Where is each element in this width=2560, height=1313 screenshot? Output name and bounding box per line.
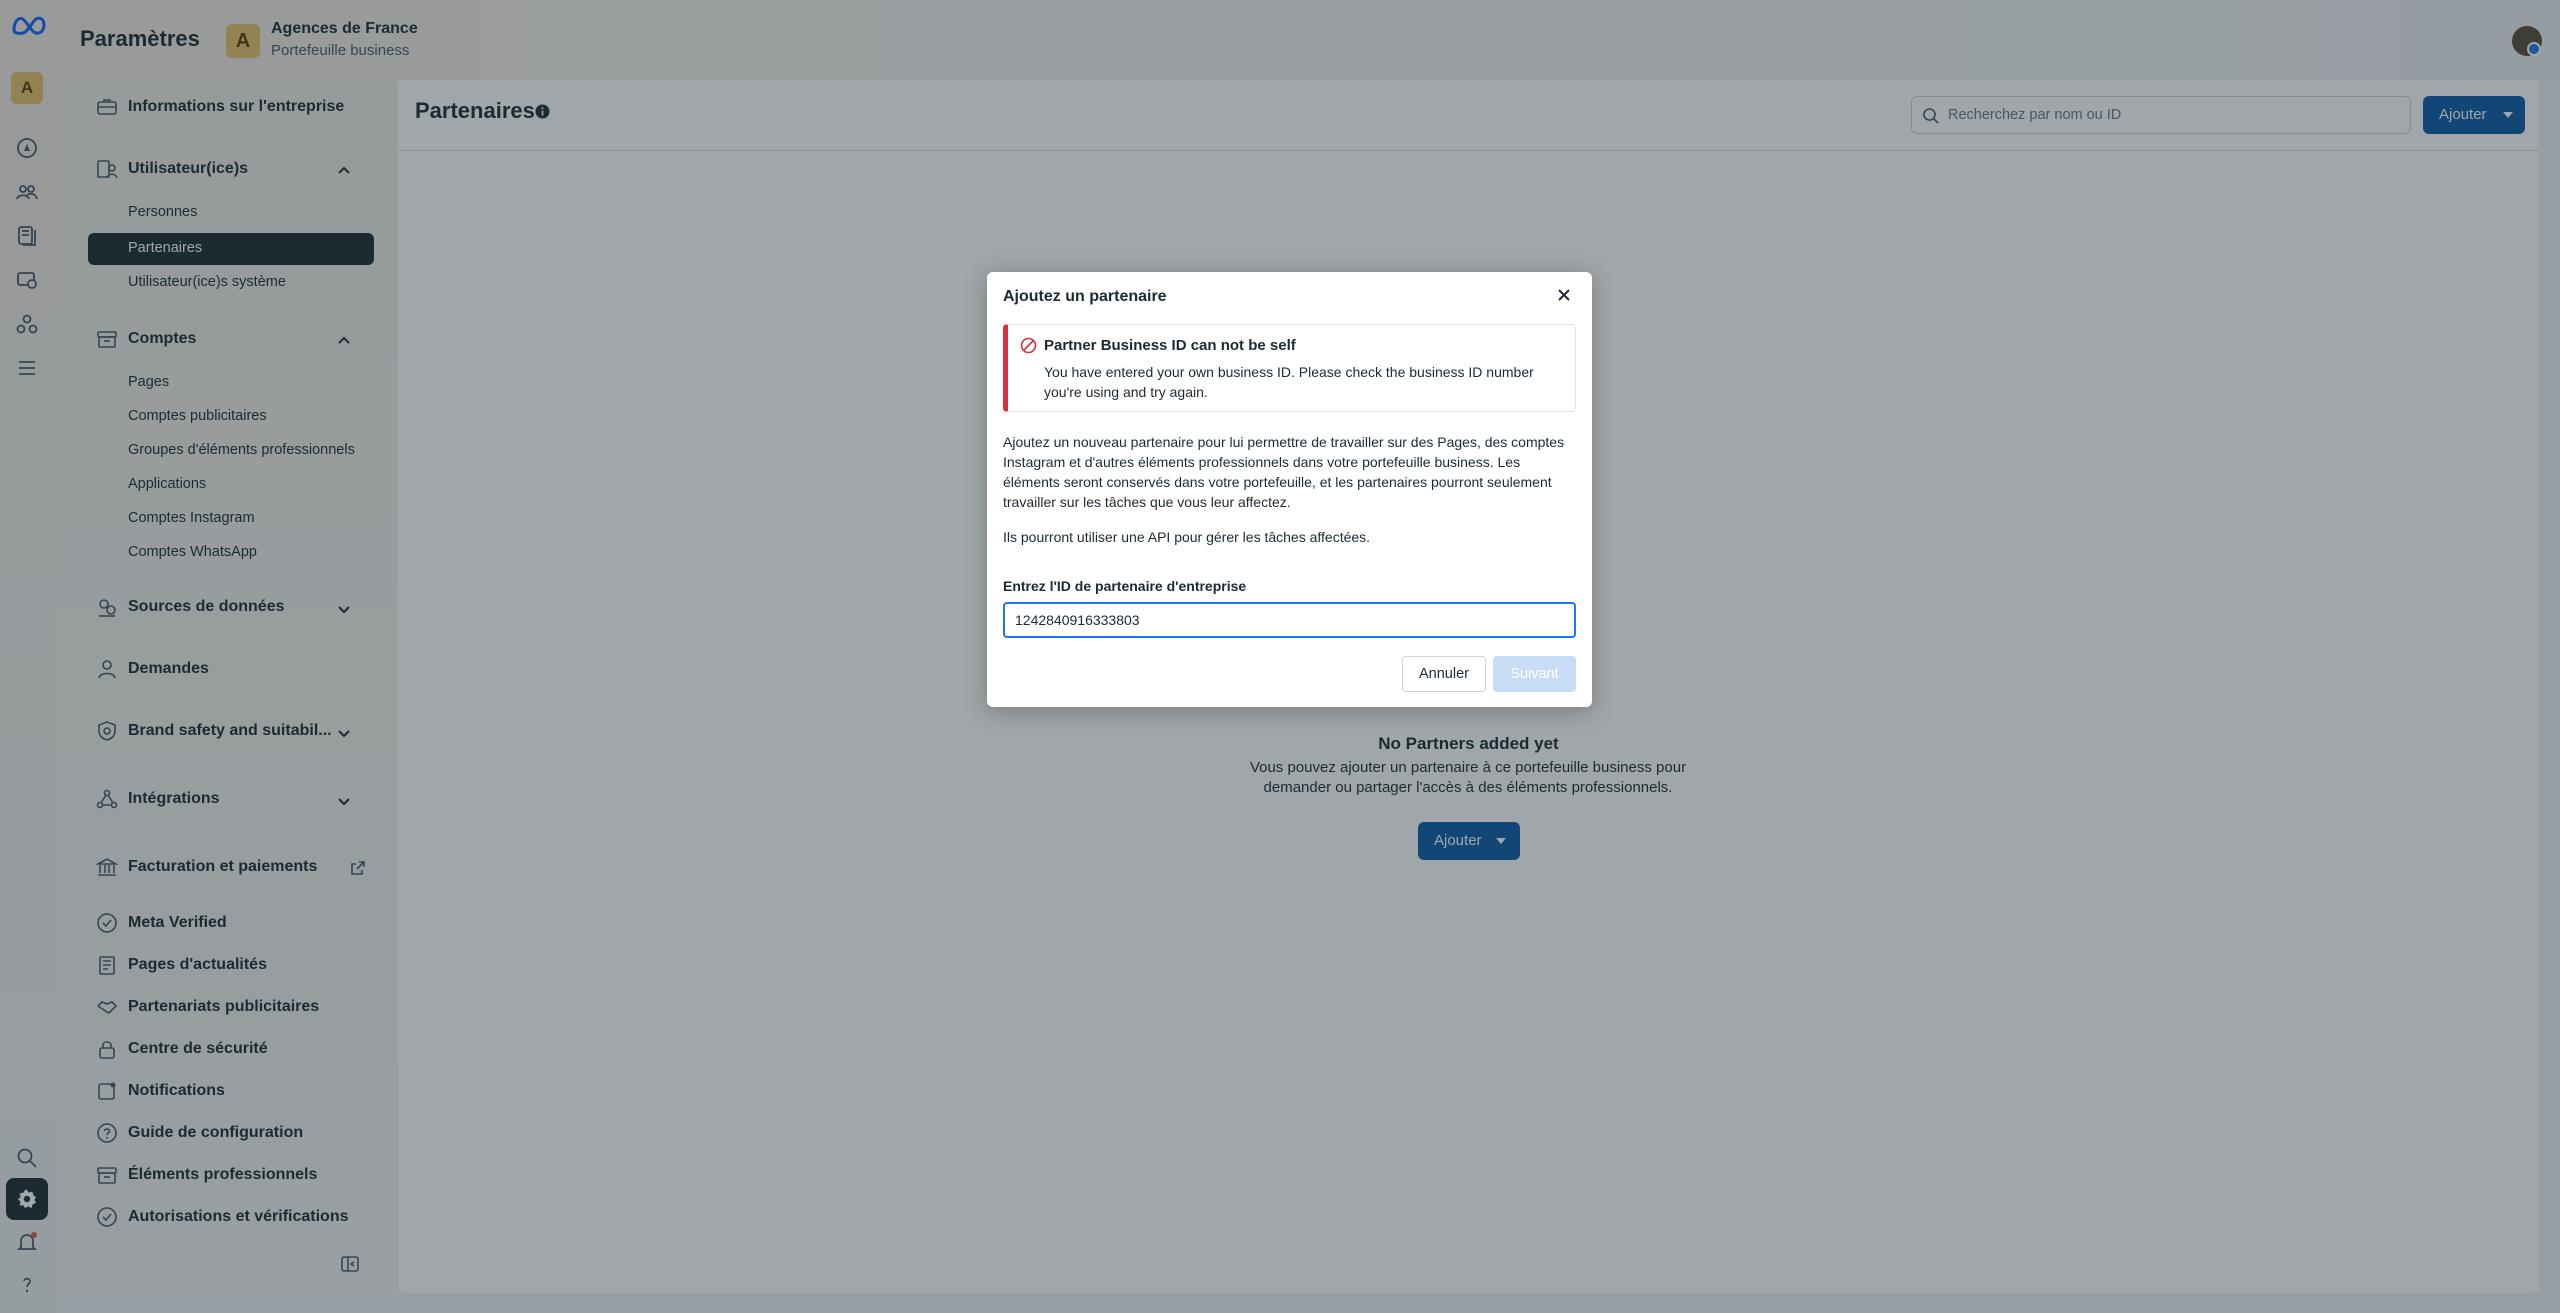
partner-id-label: Entrez l'ID de partenaire d'entreprise (1003, 578, 1247, 594)
alert-title: Partner Business ID can not be self (1044, 337, 1296, 354)
alert-body: You have entered your own business ID. P… (1044, 364, 1534, 400)
error-icon (1020, 337, 1037, 354)
add-partner-dialog: Ajoutez un partenaire Partner Business I… (987, 272, 1592, 707)
dialog-title: Ajoutez un partenaire (1003, 288, 1167, 305)
cancel-button[interactable]: Annuler (1402, 656, 1486, 692)
close-icon[interactable] (1555, 286, 1573, 304)
next-button[interactable]: Suivant (1493, 656, 1576, 692)
dialog-description: Ajoutez un nouveau partenaire pour lui p… (1003, 434, 1565, 510)
dialog-api-note: Ils pourront utiliser une API pour gérer… (1003, 529, 1371, 545)
partner-id-input[interactable] (1003, 602, 1576, 638)
error-alert: Partner Business ID can not be self You … (1003, 324, 1576, 412)
